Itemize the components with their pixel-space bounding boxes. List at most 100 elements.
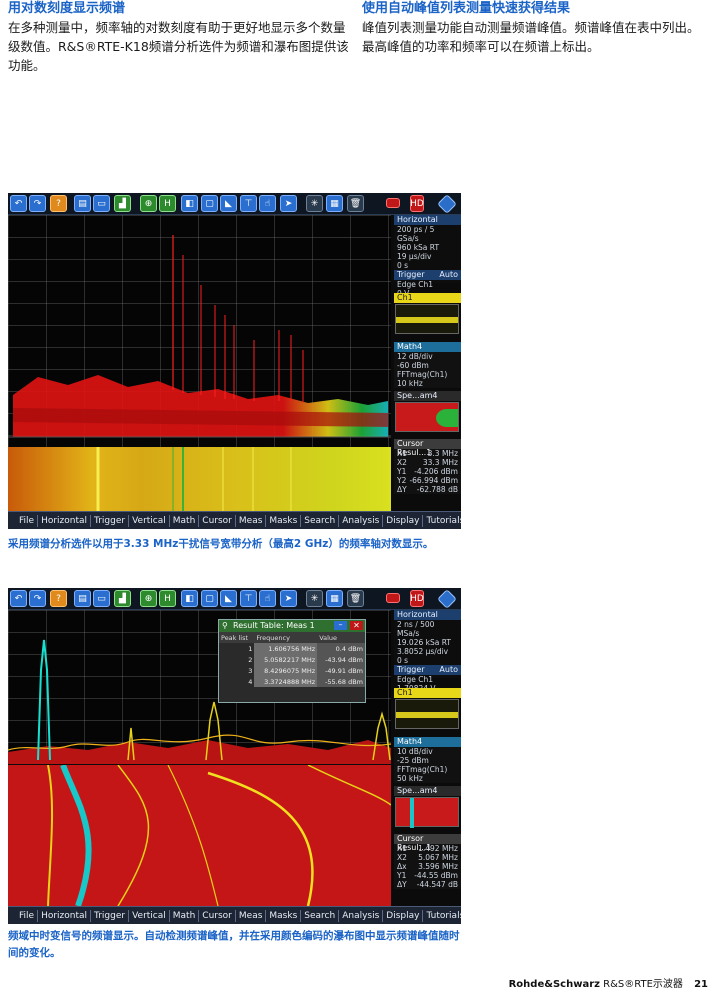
math4-panel[interactable]: Math4 12 dB/div -60 dBm FFTmag(Ch1) 10 k… <box>394 342 461 388</box>
touch-icon[interactable]: ☝ <box>259 590 276 607</box>
hd-icon[interactable]: HD <box>410 195 424 212</box>
table-row: 2 5.0582217 MHz -43.94 dBm <box>248 654 365 665</box>
menu-vertical[interactable]: Vertical <box>129 909 170 922</box>
minimize-icon[interactable]: – <box>334 621 347 630</box>
menu-horizontal[interactable]: Horizontal <box>38 909 92 922</box>
menu-meas[interactable]: Meas <box>236 514 267 527</box>
cursor-icon[interactable]: ◣ <box>220 195 237 212</box>
spectrum-thumbnail <box>395 402 459 432</box>
save-icon[interactable]: ▤ <box>74 195 91 212</box>
horizontal-title: Horizontal <box>394 610 461 620</box>
menu-analysis[interactable]: Analysis <box>339 909 384 922</box>
mask-icon[interactable]: ◧ <box>181 590 198 607</box>
menu-display[interactable]: Display <box>383 909 424 922</box>
spectrum-plot <box>8 215 391 447</box>
trash-icon[interactable]: 🗑 <box>347 590 364 607</box>
trash-icon[interactable]: 🗑 <box>347 195 364 212</box>
histogram-icon[interactable]: H <box>159 590 176 607</box>
peak-list-table: Peak list Frequency Value 1 1.606756 MHz… <box>219 632 365 687</box>
menu-file[interactable]: File <box>16 514 39 527</box>
menu-display[interactable]: Display <box>383 514 424 527</box>
fft-icon[interactable]: ▢ <box>201 590 218 607</box>
fan-icon[interactable]: ✳ <box>306 590 323 607</box>
close-icon[interactable]: ✕ <box>350 621 363 630</box>
menu-search[interactable]: Search <box>301 514 340 527</box>
trigger-icon[interactable]: ⊤ <box>240 590 257 607</box>
menu-masks[interactable]: Masks <box>266 909 302 922</box>
mask-icon[interactable]: ◧ <box>181 195 198 212</box>
menu-trigger[interactable]: Trigger <box>91 514 130 527</box>
menu-trigger[interactable]: Trigger <box>91 909 130 922</box>
trigger-icon[interactable]: ⊤ <box>240 195 257 212</box>
table-row: 3 8.4296075 MHz -49.91 dBm <box>248 665 365 676</box>
menu-bar: File Horizontal Trigger Vertical Math Cu… <box>8 511 461 529</box>
result-table-titlebar[interactable]: Result Table: Meas 1 ⚲ – ✕ <box>219 620 365 632</box>
menu-horizontal[interactable]: Horizontal <box>38 514 92 527</box>
ch1-panel[interactable]: Ch1 <box>394 688 461 698</box>
pointer-icon[interactable]: ➤ <box>280 195 297 212</box>
help-icon[interactable]: ? <box>50 195 67 212</box>
save-icon[interactable]: ▤ <box>74 590 91 607</box>
menu-masks[interactable]: Masks <box>266 514 302 527</box>
windows-icon[interactable]: ▦ <box>326 590 343 607</box>
zoom-icon[interactable]: ⊕ <box>140 590 157 607</box>
menu-cursor[interactable]: Cursor <box>199 909 236 922</box>
zoom-icon[interactable]: ⊕ <box>140 195 157 212</box>
menu-analysis[interactable]: Analysis <box>339 514 384 527</box>
result-table-dialog[interactable]: Result Table: Meas 1 ⚲ – ✕ Peak list Fre… <box>218 619 366 703</box>
menu-cursor[interactable]: Cursor <box>199 514 236 527</box>
help-icon[interactable]: ? <box>50 590 67 607</box>
menu-file[interactable]: File <box>16 909 39 922</box>
folder-icon[interactable]: ▭ <box>93 195 110 212</box>
horizontal-panel[interactable]: Horizontal 200 ps / 5 GSa/s 960 kSa RT 1… <box>394 215 461 298</box>
rs-logo-icon <box>437 194 457 214</box>
menu-tutorials[interactable]: Tutorials <box>423 910 461 922</box>
record-icon[interactable] <box>386 198 400 208</box>
spectrum-title: Spe...am4 <box>394 786 461 796</box>
menu-math[interactable]: Math <box>170 909 200 922</box>
folder-icon[interactable]: ▭ <box>93 590 110 607</box>
spectrum-panel[interactable]: Spe...am4 <box>394 786 461 796</box>
menu-search[interactable]: Search <box>301 909 340 922</box>
menu-meas[interactable]: Meas <box>236 909 267 922</box>
cursor-icon[interactable]: ◣ <box>220 590 237 607</box>
ch1-panel[interactable]: Ch1 <box>394 293 461 303</box>
result-table-title: Result Table: Meas 1 <box>233 621 315 630</box>
chart-icon[interactable]: ▟ <box>114 590 131 607</box>
math4-title: Math4 <box>394 342 461 352</box>
touch-icon[interactable]: ☝ <box>259 195 276 212</box>
redo-icon[interactable]: ↷ <box>29 590 46 607</box>
horizontal-panel[interactable]: Horizontal 2 ns / 500 MSa/s 19.026 kSa R… <box>394 610 461 693</box>
fft-icon[interactable]: ▢ <box>201 195 218 212</box>
redo-icon[interactable]: ↷ <box>29 195 46 212</box>
menu-vertical[interactable]: Vertical <box>129 514 170 527</box>
right-body: 峰值列表测量功能自动测量频谱峰值。频谱峰值在表中列出。最高峰值的功率和频率可以在… <box>362 20 700 54</box>
pointer-icon[interactable]: ➤ <box>280 590 297 607</box>
spectrum-title: Spe...am4 <box>394 391 461 401</box>
record-icon[interactable] <box>386 593 400 603</box>
trigger-title: Trigger <box>397 270 425 279</box>
cursor-results-panel[interactable]: Cursor Resul...1 X1 3.3 MHz X2 33.3 MHz Y1… <box>394 439 461 494</box>
menu-math[interactable]: Math <box>170 514 200 527</box>
chart-icon[interactable]: ▟ <box>114 195 131 212</box>
toolbar: ↶ ↷ ? ▤ ▭ ▟ ⊕ H ◧ ▢ ◣ ⊤ ☝ ➤ ✳ ▦ 🗑 HD <box>8 193 461 215</box>
page-number: 21 <box>694 979 708 990</box>
windows-icon[interactable]: ▦ <box>326 195 343 212</box>
menu-bar: File Horizontal Trigger Vertical Math Cu… <box>8 906 461 924</box>
math4-title: Math4 <box>394 737 461 747</box>
math4-panel[interactable]: Math4 10 dB/div -25 dBm FFTmag(Ch1) 50 k… <box>394 737 461 783</box>
hd-icon[interactable]: HD <box>410 590 424 607</box>
left-heading: 用对数刻度显示频谱 <box>8 1 126 16</box>
footer-product: R&S®RTE示波器 <box>603 979 683 990</box>
spectrum-panel[interactable]: Spe...am4 <box>394 391 461 401</box>
cursor-results-panel[interactable]: Cursor Resul...1 X1 1.492 MHz X2 5.067 MHz… <box>394 834 461 889</box>
spectrum-thumbnail <box>395 797 459 828</box>
undo-icon[interactable]: ↶ <box>10 590 27 607</box>
undo-icon[interactable]: ↶ <box>10 195 27 212</box>
menu-tutorials[interactable]: Tutorials <box>423 515 461 527</box>
ch1-thumbnail <box>395 699 459 729</box>
ch1-title: Ch1 <box>394 688 461 698</box>
fan-icon[interactable]: ✳ <box>306 195 323 212</box>
histogram-icon[interactable]: H <box>159 195 176 212</box>
toolbar: ↶ ↷ ? ▤ ▭ ▟ ⊕ H ◧ ▢ ◣ ⊤ ☝ ➤ ✳ ▦ 🗑 HD <box>8 588 461 610</box>
